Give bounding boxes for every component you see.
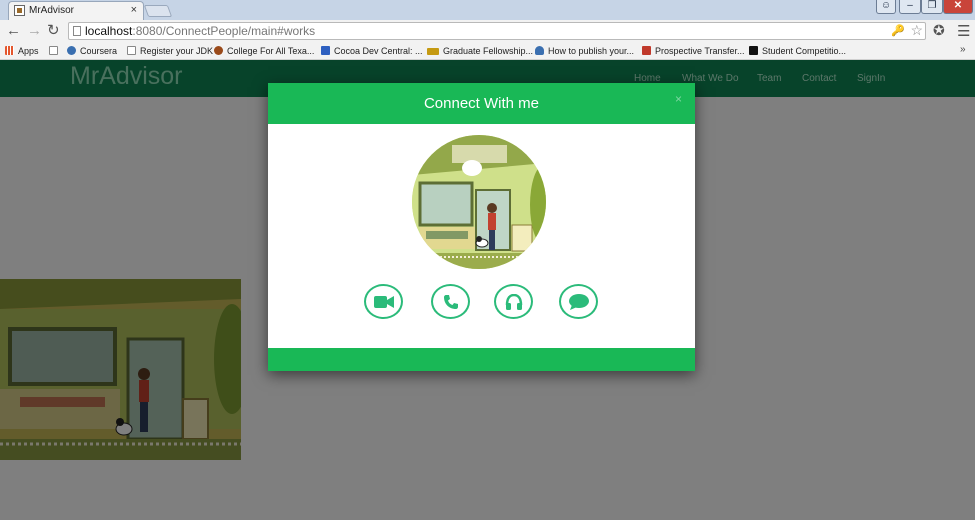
- bookmark-item[interactable]: Prospective Transfer...: [642, 45, 745, 57]
- headphones-icon: [505, 293, 522, 310]
- bookmark-star-icon[interactable]: ☆: [910, 22, 923, 38]
- modal-close-icon[interactable]: ×: [675, 92, 682, 106]
- bookmark-item[interactable]: Cocoa Dev Central: ...: [321, 45, 423, 57]
- bookmark-item[interactable]: [49, 45, 62, 57]
- bookmarks-bar: Apps Coursera Register your JDK College …: [0, 42, 975, 60]
- extensions-puzzle-icon[interactable]: ✪: [933, 22, 945, 39]
- bookmarks-more-chevron-icon[interactable]: »: [960, 44, 966, 55]
- bookmark-item[interactable]: Register your JDK: [127, 45, 213, 57]
- address-bar[interactable]: localhost:8080/ConnectPeople/main#works …: [68, 22, 926, 40]
- page-info-icon[interactable]: [73, 26, 81, 36]
- new-tab-button[interactable]: [143, 5, 173, 17]
- url-host: localhost: [85, 24, 133, 38]
- bookmark-item[interactable]: Coursera: [67, 45, 117, 57]
- hamburger-menu-icon[interactable]: ☰: [957, 22, 970, 40]
- reload-icon[interactable]: ↻: [47, 22, 60, 40]
- bookmark-item[interactable]: Apps: [5, 45, 39, 57]
- site-favicon-icon: [14, 5, 25, 16]
- url-path: :8080/ConnectPeople/main#works: [132, 24, 316, 38]
- video-call-button[interactable]: [364, 284, 403, 319]
- avatar: [412, 135, 546, 269]
- utd-icon: [642, 46, 651, 55]
- bookmark-item[interactable]: Student Competitio...: [749, 45, 846, 57]
- voice-call-button[interactable]: [431, 284, 470, 319]
- video-camera-icon: [373, 295, 394, 308]
- tab-title: MrAdvisor: [29, 5, 75, 16]
- minimize-button[interactable]: –: [899, 0, 921, 14]
- close-window-button[interactable]: ✕: [943, 0, 973, 14]
- page-icon: [127, 46, 136, 55]
- apps-grid-icon: [5, 46, 14, 55]
- cube-icon: [321, 46, 330, 55]
- page-icon: [49, 46, 58, 55]
- chat-button[interactable]: [559, 284, 598, 319]
- back-arrow-icon[interactable]: ←: [6, 22, 21, 40]
- modal-header: Connect With me ×: [268, 83, 695, 124]
- connect-modal: Connect With me ×: [268, 83, 695, 371]
- storefront-avatar-icon: [412, 135, 546, 269]
- coursera-icon: [67, 46, 76, 55]
- bookmark-item[interactable]: Graduate Fellowship...: [427, 45, 533, 57]
- star-logo-icon: [214, 46, 223, 55]
- chat-bubble-icon: [568, 293, 589, 310]
- key-icon[interactable]: 🔑: [891, 23, 905, 39]
- tab-close-icon[interactable]: ×: [131, 2, 137, 19]
- page-viewport: MrAdvisor Home What We Do Team Contact S…: [0, 60, 975, 520]
- forward-arrow-icon[interactable]: →: [27, 22, 42, 40]
- nsf-icon: [427, 48, 439, 55]
- phone-icon: [443, 294, 458, 309]
- modal-footer: [268, 348, 695, 371]
- bookmark-item[interactable]: College For All Texa...: [214, 45, 314, 57]
- modal-title: Connect With me: [423, 95, 540, 112]
- wikihow-icon: [535, 46, 544, 55]
- maximize-button[interactable]: ❐: [921, 0, 943, 14]
- browser-tab[interactable]: MrAdvisor ×: [8, 1, 144, 20]
- black-square-icon: [749, 46, 758, 55]
- user-profile-icon[interactable]: ☺: [876, 0, 896, 14]
- audio-button[interactable]: [494, 284, 533, 319]
- bookmark-item[interactable]: How to publish your...: [535, 45, 634, 57]
- browser-titlebar: MrAdvisor × ☺ – ❐ ✕: [0, 0, 975, 20]
- browser-toolbar: ← → ↻ localhost:8080/ConnectPeople/main#…: [0, 20, 975, 42]
